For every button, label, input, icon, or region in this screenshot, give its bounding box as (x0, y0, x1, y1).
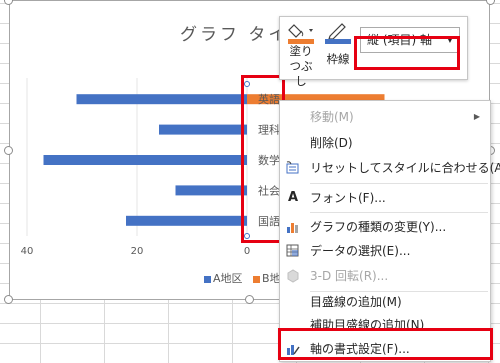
bar-a-0[interactable] (76, 94, 248, 105)
menu-item-move-label: 移動(M) (310, 110, 354, 124)
pen-icon (328, 23, 346, 40)
outline-button[interactable]: 枠線 (322, 21, 354, 67)
menu-item-3d-rotation[interactable]: 3-D 回転(R)... (280, 264, 490, 288)
menu-item-delete[interactable]: 削除(D) (280, 131, 490, 155)
outline-color-bar (325, 39, 351, 44)
x-axis-tick-label: 20 (131, 246, 144, 257)
menu-item-add-major-gridlines[interactable]: 目盛線の追加(M) (280, 290, 490, 314)
fill-button[interactable]: 塗りつぶし (284, 21, 318, 89)
bar-a-3[interactable] (175, 185, 248, 196)
menu-separator (310, 183, 488, 184)
menu-item-select-data-label: データの選択(E)... (310, 244, 411, 258)
menu-item-reset-style-label: リセットしてスタイルに合わせる(A) (310, 161, 500, 175)
x-axis-tick-label: 40 (21, 246, 34, 257)
menu-item-font[interactable]: A フォント(F)... (280, 186, 490, 210)
legend-swatch-b (253, 275, 261, 283)
menu-separator (310, 212, 488, 213)
chart-type-icon (287, 223, 298, 233)
menu-item-delete-label: 削除(D) (310, 136, 353, 150)
x-axis-tick-label: 0 (244, 246, 250, 257)
fill-label: 塗りつぶし (289, 44, 313, 88)
bar-a-1[interactable] (159, 124, 247, 135)
chart-legend[interactable]: A地区 B地 (204, 270, 281, 286)
legend-label-b: B地 (262, 272, 281, 285)
paint-bucket-icon (288, 24, 313, 38)
menu-item-font-label: フォント(F)... (310, 191, 386, 205)
submenu-arrow-icon: ▶ (473, 112, 480, 121)
menu-item-add-major-gridlines-label: 目盛線の追加(M) (310, 295, 402, 309)
menu-item-move[interactable]: 移動(M) ▶ (280, 105, 490, 129)
context-menu: 移動(M) ▶ 削除(D) リセットしてスタイルに合わせる(A) A フォント(… (279, 100, 500, 362)
3d-rotation-icon (287, 269, 299, 283)
dropdown-highlight-box (354, 36, 460, 70)
bar-a-2[interactable] (43, 155, 248, 165)
format-axis-highlight-box (278, 328, 493, 360)
menu-item-reset-style[interactable]: リセットしてスタイルに合わせる(A) (280, 156, 500, 180)
font-icon: A (287, 190, 299, 205)
outline-label: 枠線 (326, 52, 350, 66)
legend-label-a: A地区 (213, 272, 243, 285)
select-data-icon (286, 244, 299, 257)
menu-item-change-chart-type-label: グラフの種類の変更(Y)... (310, 220, 447, 234)
reset-style-icon (286, 161, 299, 174)
legend-swatch-a (204, 275, 211, 283)
menu-item-change-chart-type[interactable]: グラフの種類の変更(Y)... (280, 215, 490, 239)
menu-item-3d-rotation-label: 3-D 回転(R)... (310, 269, 389, 283)
bar-a-4[interactable] (126, 215, 247, 226)
menu-item-select-data[interactable]: データの選択(E)... (280, 239, 490, 263)
